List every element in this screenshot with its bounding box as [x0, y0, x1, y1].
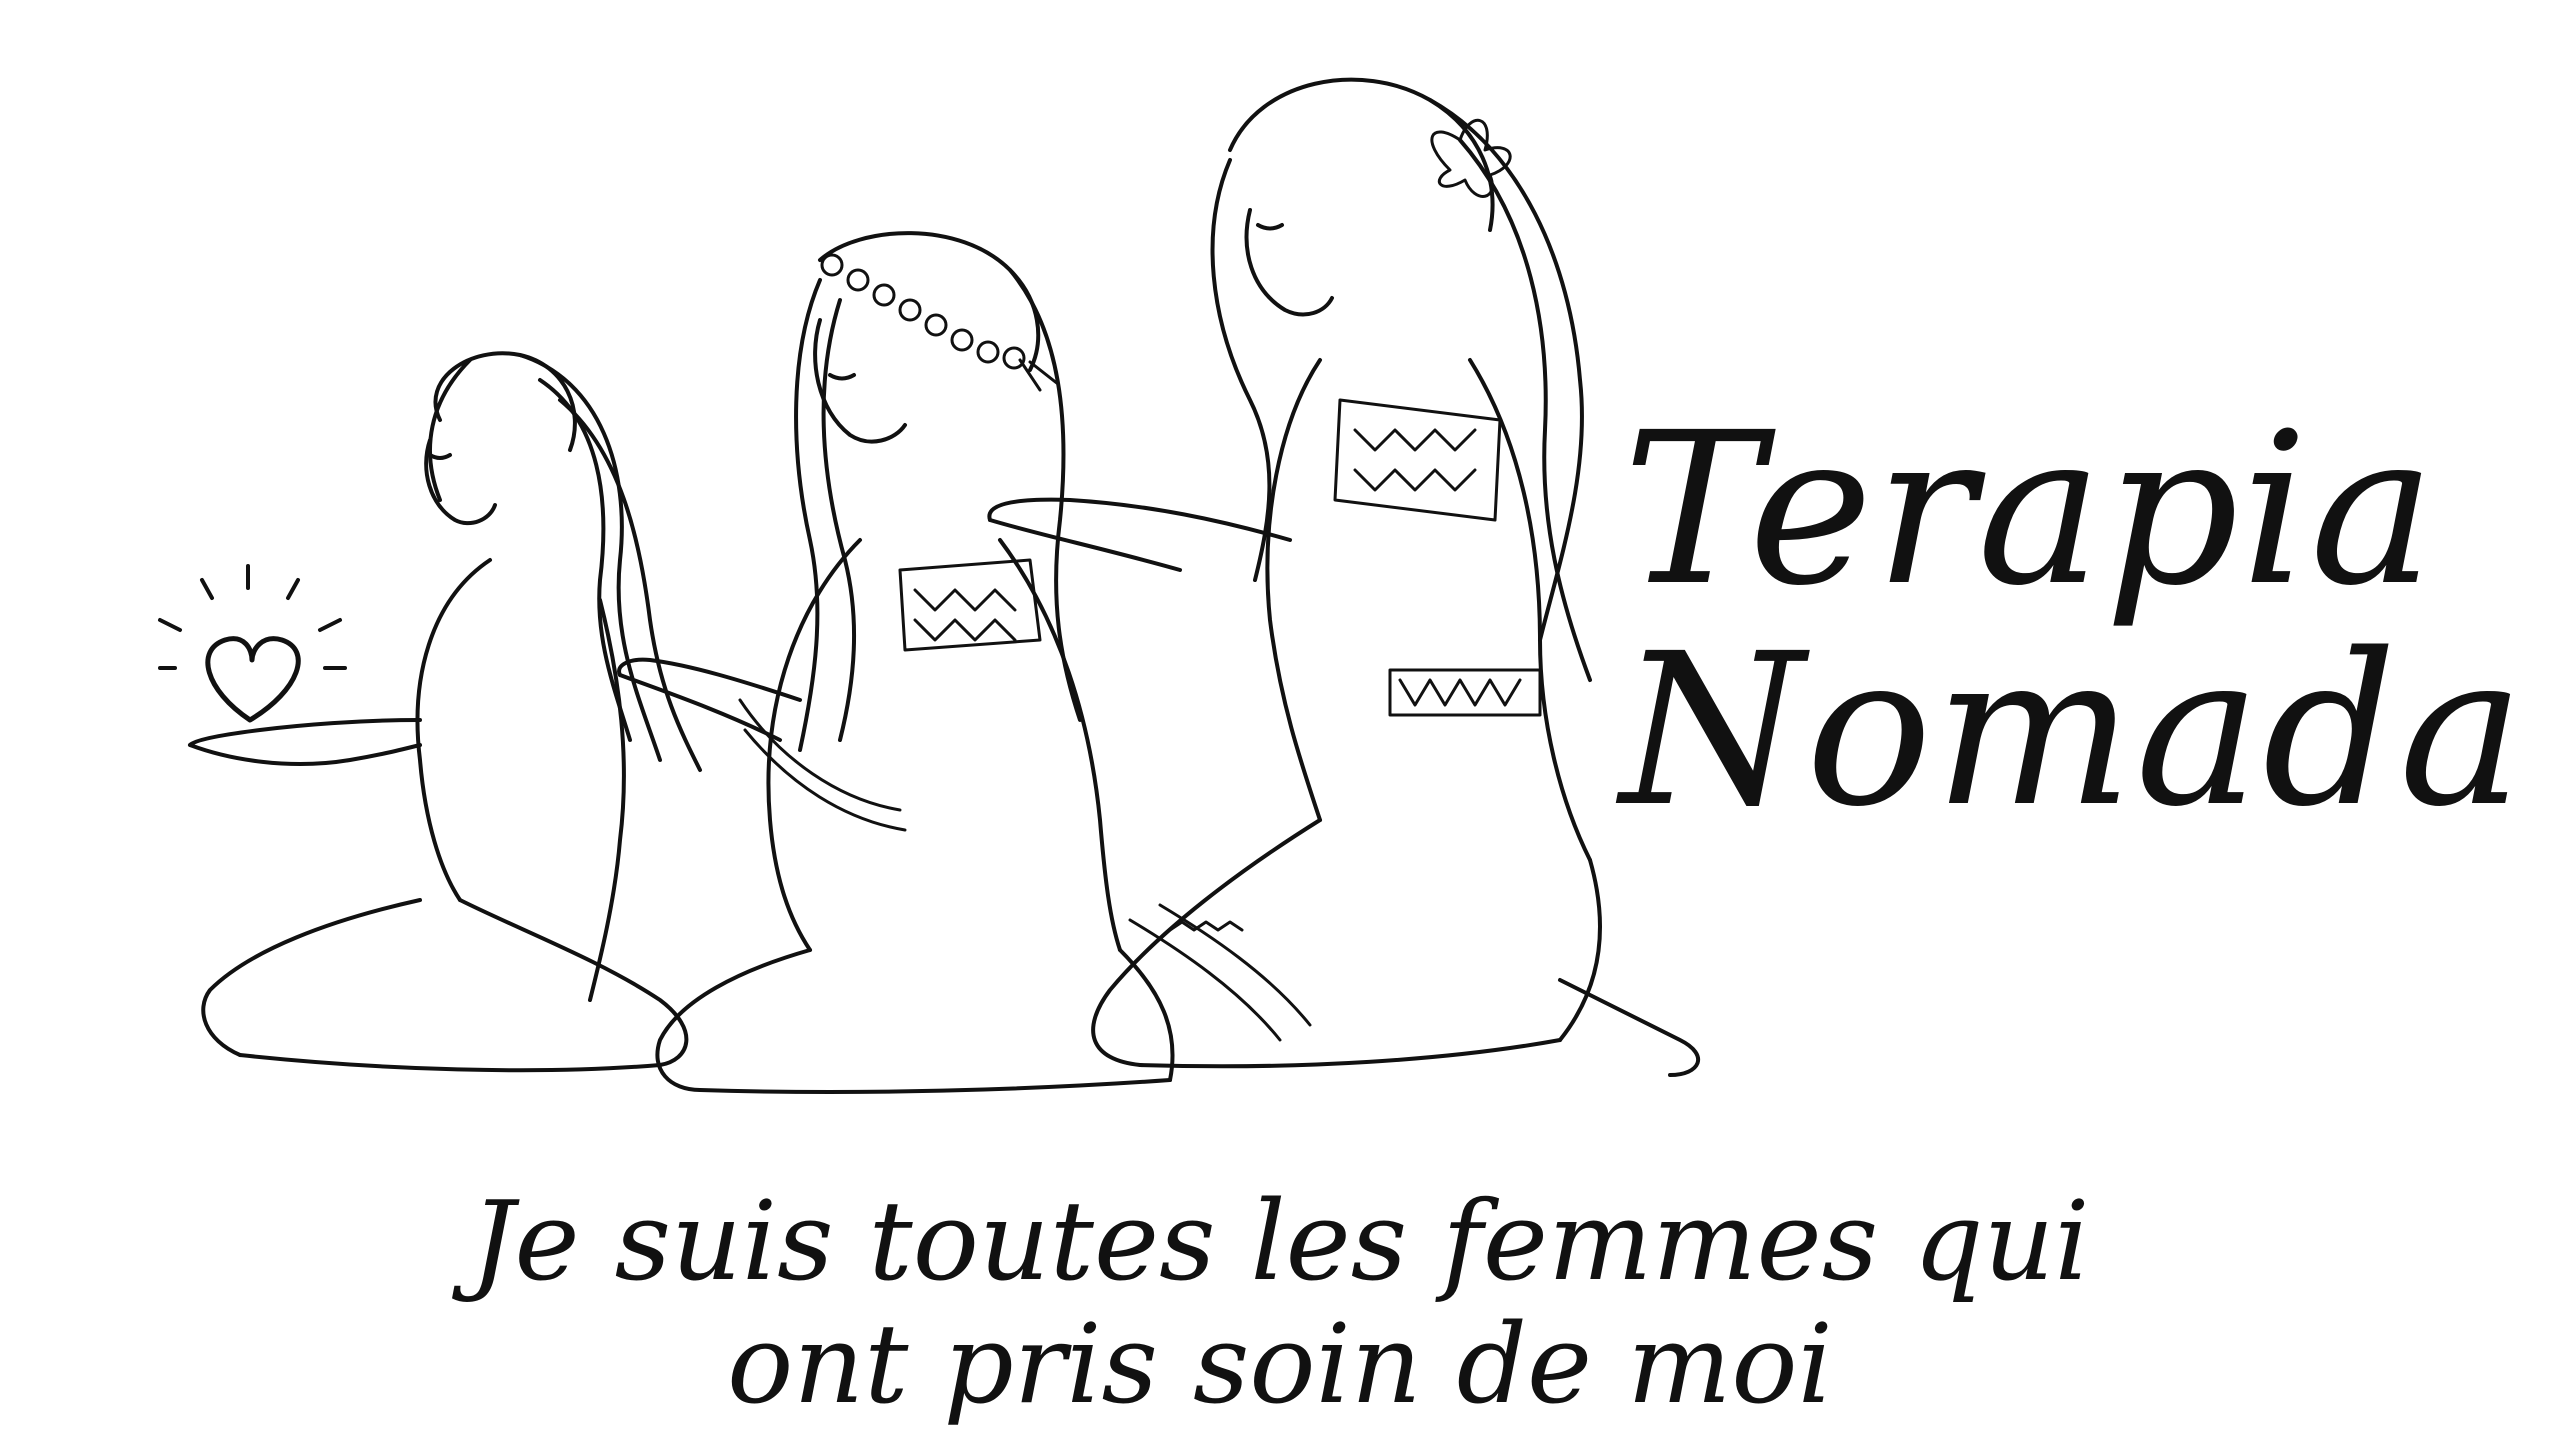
tagline: Je suis toutes les femmes qui ont pris s… — [380, 1177, 2180, 1429]
brand-title-line-1: Terapia — [1622, 387, 2438, 632]
heart-icon — [158, 564, 347, 723]
brand-title-line-2: Nomada — [1620, 607, 2527, 853]
figure-right — [987, 77, 1701, 1077]
figure-middle — [617, 231, 1175, 1094]
artwork-canvas: Terapia Nomada Je suis toutes les femmes… — [0, 0, 2560, 1440]
tagline-line-1: Je suis toutes les femmes qui — [470, 1177, 2090, 1305]
tagline-line-2: ont pris soin de moi — [727, 1300, 1833, 1429]
brand-title: Terapia Nomada — [1620, 387, 2527, 853]
